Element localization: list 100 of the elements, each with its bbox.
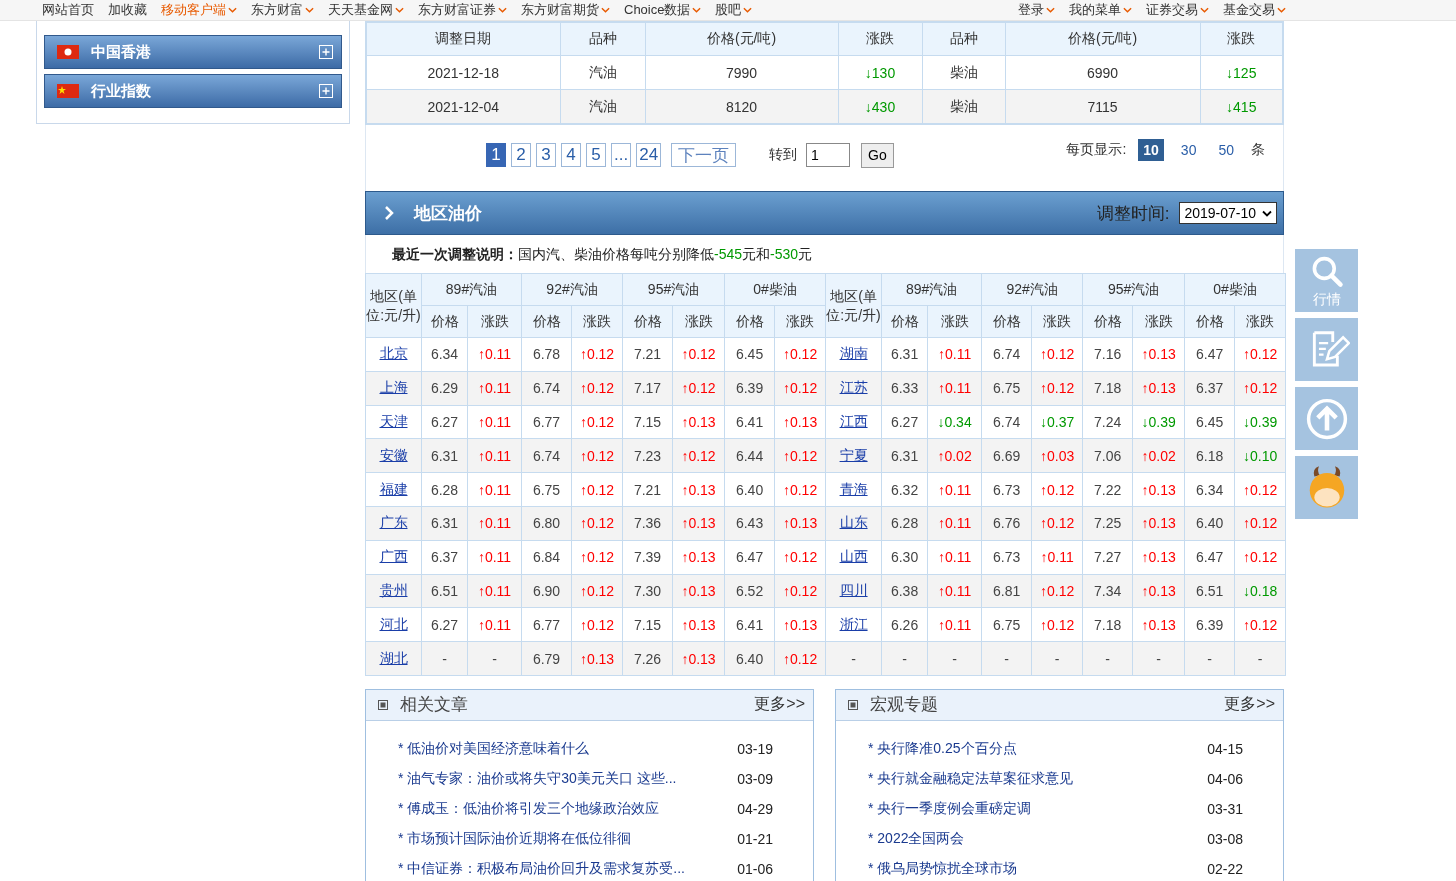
region-link[interactable]: 广西 [365, 540, 422, 575]
table-cell: 6.27 [421, 607, 468, 642]
nav-link[interactable]: 我的菜单 [1069, 1, 1132, 19]
table-cell: 7.36 [622, 506, 673, 541]
article-link[interactable]: * 市场预计国际油价近期将在低位徘徊 [398, 829, 632, 848]
table-cell: ↑0.11 [467, 607, 522, 642]
back-to-top-button[interactable] [1295, 387, 1358, 450]
article-link[interactable]: * 低油价对美国经济意味着什么 [398, 739, 590, 758]
nav-link[interactable]: 东方财富期货 [521, 1, 610, 19]
article-link[interactable]: * 央行就金融稳定法草案征求意见 [868, 769, 1074, 788]
region-link[interactable]: 浙江 [825, 607, 882, 642]
table-cell: 7.24 [1082, 405, 1133, 439]
nav-link[interactable]: 网站首页 [42, 1, 94, 19]
feedback-button[interactable] [1295, 318, 1358, 381]
page-link[interactable]: ... [611, 143, 632, 167]
page-link[interactable]: 2 [511, 143, 531, 167]
region-link[interactable]: 贵州 [365, 574, 422, 608]
page-link[interactable]: 3 [536, 143, 556, 167]
region-link[interactable]: 江苏 [825, 371, 882, 406]
per-page-option[interactable]: 10 [1138, 139, 1164, 161]
go-button[interactable]: Go [861, 142, 894, 168]
region-link[interactable]: 山东 [825, 506, 882, 541]
mascot-button[interactable] [1295, 456, 1358, 519]
table-cell: ↑0.11 [467, 574, 522, 608]
article-link[interactable]: * 俄乌局势惊扰全球市场 [868, 859, 1018, 878]
table-cell: ↑0.11 [927, 371, 982, 406]
sidebar-item[interactable]: 行业指数 [44, 74, 342, 108]
expand-icon[interactable] [319, 84, 333, 98]
table-cell: 6.81 [981, 574, 1032, 608]
table-cell: 6.75 [981, 371, 1032, 406]
more-link[interactable]: 更多>> [1224, 694, 1275, 716]
article-link[interactable]: * 2022全国两会 [868, 829, 965, 848]
region-link[interactable]: 青海 [825, 472, 882, 507]
article-date: 04-15 [1207, 740, 1243, 757]
table-cell: ↑0.02 [1132, 438, 1185, 473]
article-date: 04-06 [1207, 770, 1243, 787]
region-link[interactable]: 广东 [365, 506, 422, 541]
article-link[interactable]: * 央行降准0.25个百分点 [868, 739, 1017, 758]
table-cell: ↑0.12 [774, 438, 826, 473]
article-link[interactable]: * 油气专家：油价或将失守30美元关口 这些... [398, 769, 677, 788]
nav-link[interactable]: 证券交易 [1146, 1, 1209, 19]
date-select[interactable]: 2019-07-10 [1179, 202, 1277, 224]
sidebar-item[interactable]: 中国香港 [44, 35, 342, 69]
nav-link[interactable]: 天天基金网 [328, 1, 404, 19]
nav-link[interactable]: Choice数据 [624, 1, 702, 19]
table-cell: - [881, 641, 928, 676]
table-cell: 6.27 [421, 405, 468, 439]
table-cell: ↓130 [838, 55, 922, 90]
article-link[interactable]: * 央行一季度例会重磅定调 [868, 799, 1032, 818]
page-link[interactable]: 24 [636, 143, 662, 167]
region-link[interactable]: 山西 [825, 540, 882, 575]
region-link[interactable]: 上海 [365, 371, 422, 406]
table-cell: 6.32 [881, 472, 928, 507]
page-input-field[interactable]: 1 [806, 143, 851, 167]
table-cell: 6.73 [981, 472, 1032, 507]
page-link[interactable]: 4 [561, 143, 581, 167]
table-cell: ↑0.12 [1234, 337, 1286, 372]
nav-link[interactable]: 东方财富 [251, 1, 314, 19]
table-cell: 6.51 [421, 574, 468, 608]
article-link[interactable]: * 傅成玉：低油价将引发三个地缘政治效应 [398, 799, 660, 818]
nav-link[interactable]: 股吧 [715, 1, 753, 19]
more-link[interactable]: 更多>> [754, 694, 805, 716]
region-link[interactable]: 北京 [365, 337, 422, 372]
caret-icon [395, 7, 404, 13]
next-page-link[interactable]: 下一页 [671, 143, 737, 167]
table-cell: ↑0.13 [672, 472, 725, 507]
table-cell: ↑0.13 [672, 540, 725, 575]
per-page-option[interactable]: 50 [1213, 139, 1239, 161]
region-link[interactable]: 天津 [365, 405, 422, 439]
table-cell: 6.37 [1184, 371, 1235, 406]
expand-icon[interactable] [319, 45, 333, 59]
nav-link[interactable]: 基金交易 [1223, 1, 1286, 19]
table-cell: ↓0.39 [1132, 405, 1185, 439]
nav-link[interactable]: 加收藏 [108, 1, 147, 19]
region-link[interactable]: 四川 [825, 574, 882, 608]
article-link[interactable]: * 中信证券：积极布局油价回升及需求复苏受... [398, 859, 685, 878]
table-cell: ↑0.12 [1031, 337, 1083, 372]
page-link[interactable]: 1 [486, 143, 506, 167]
region-link[interactable]: 福建 [365, 472, 422, 507]
region-link[interactable]: 湖南 [825, 337, 882, 372]
table-cell: ↑0.12 [571, 472, 623, 507]
column-header: 价格(元/吨) [645, 22, 838, 56]
caret-icon [1046, 7, 1055, 13]
nav-link[interactable]: 登录 [1018, 1, 1055, 19]
column-header: 涨跌 [571, 305, 623, 338]
table-cell: 6.69 [981, 438, 1032, 473]
table-cell: 7990 [645, 55, 838, 90]
table-cell: ↑0.12 [1234, 540, 1286, 575]
region-link[interactable]: 河北 [365, 607, 422, 642]
table-cell: 6.40 [724, 472, 775, 507]
table-cell: 7.27 [1082, 540, 1133, 575]
per-page-option[interactable]: 30 [1175, 139, 1202, 161]
region-link[interactable]: 江西 [825, 405, 882, 439]
nav-link[interactable]: 东方财富证券 [418, 1, 507, 19]
region-link[interactable]: 宁夏 [825, 438, 882, 473]
region-link[interactable]: 湖北 [365, 641, 422, 676]
table-cell: - [467, 641, 522, 676]
table-cell: ↑0.12 [774, 337, 826, 372]
page-link[interactable]: 5 [586, 143, 606, 167]
region-link[interactable]: 安徽 [365, 438, 422, 473]
